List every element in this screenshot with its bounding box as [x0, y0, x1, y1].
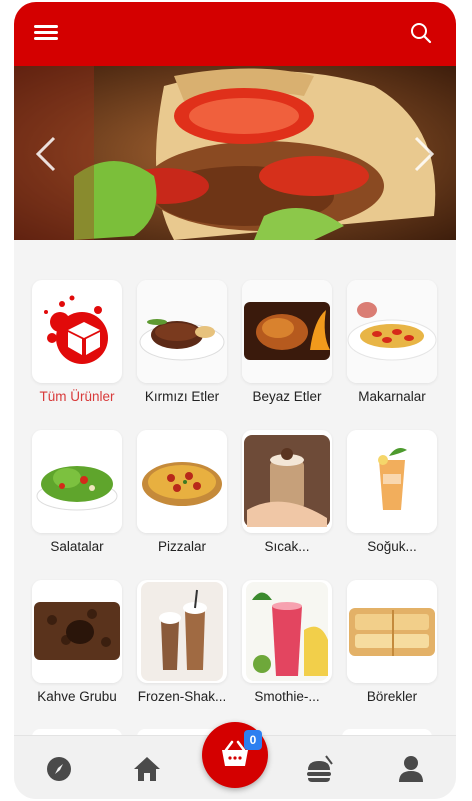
borek-photo	[347, 580, 437, 683]
user-icon[interactable]	[396, 754, 426, 784]
category-pizzalar[interactable]: Pizzalar	[132, 430, 232, 554]
cube-splash-icon	[32, 280, 122, 383]
category-label: Kırmızı Etler	[144, 389, 220, 404]
iced-tea-photo	[347, 430, 437, 533]
food-bag-icon[interactable]	[304, 754, 334, 784]
category-label: Pizzalar	[157, 539, 206, 554]
home-icon[interactable]	[132, 754, 162, 784]
steak-photo	[137, 280, 227, 383]
pizza-photo	[137, 430, 227, 533]
category-label: Beyaz Etler	[252, 389, 322, 404]
category-label: Makarnalar	[358, 389, 426, 404]
category-label: Smothie-...	[254, 689, 320, 704]
category-label: Kahve Grubu	[37, 689, 117, 704]
pasta-photo	[347, 280, 437, 383]
cart-count-badge: 0	[244, 730, 262, 750]
coffee-beans-photo	[32, 580, 122, 683]
chevron-right-icon[interactable]	[410, 134, 438, 174]
category-salatalar[interactable]: Salatalar	[27, 430, 127, 554]
category-label: Frozen-Shak...	[137, 689, 227, 704]
hamburger-icon[interactable]	[34, 22, 58, 46]
doner-wrap-photo	[14, 66, 456, 240]
chevron-left-icon[interactable]	[32, 134, 60, 174]
promo-banner[interactable]	[14, 66, 456, 240]
smoothie-photo	[242, 580, 332, 683]
category-label: Tüm Ürünler	[39, 389, 115, 404]
top-app-bar	[14, 2, 456, 66]
milkshake-photo	[137, 580, 227, 683]
category-label: Salatalar	[50, 539, 104, 554]
category-label: Sıcak...	[264, 539, 310, 554]
category-kahve-grubu[interactable]: Kahve Grubu	[27, 580, 127, 704]
category-tum-urunler[interactable]: Tüm Ürünler	[27, 280, 127, 404]
salad-photo	[32, 430, 122, 533]
category-sicak[interactable]: Sıcak...	[237, 430, 337, 554]
hot-drink-photo	[242, 430, 332, 533]
roast-chicken-photo	[242, 280, 332, 383]
category-beyaz-etler[interactable]: Beyaz Etler	[237, 280, 337, 404]
category-frozen-shake[interactable]: Frozen-Shak...	[132, 580, 232, 704]
category-label: Soğuk...	[367, 539, 417, 554]
compass-icon[interactable]	[44, 754, 74, 784]
category-kirmizi-etler[interactable]: Kırmızı Etler	[132, 280, 232, 404]
category-smothie[interactable]: Smothie-...	[237, 580, 337, 704]
category-makarnalar[interactable]: Makarnalar	[342, 280, 442, 404]
cart-button[interactable]: 0	[202, 722, 268, 788]
category-borekler[interactable]: Börekler	[342, 580, 442, 704]
category-label: Börekler	[366, 689, 418, 704]
app-screen: Tüm Ürünler Kırmızı Etler Beyaz Etler Ma…	[14, 2, 456, 799]
search-icon[interactable]	[408, 20, 434, 46]
category-soguk[interactable]: Soğuk...	[342, 430, 442, 554]
